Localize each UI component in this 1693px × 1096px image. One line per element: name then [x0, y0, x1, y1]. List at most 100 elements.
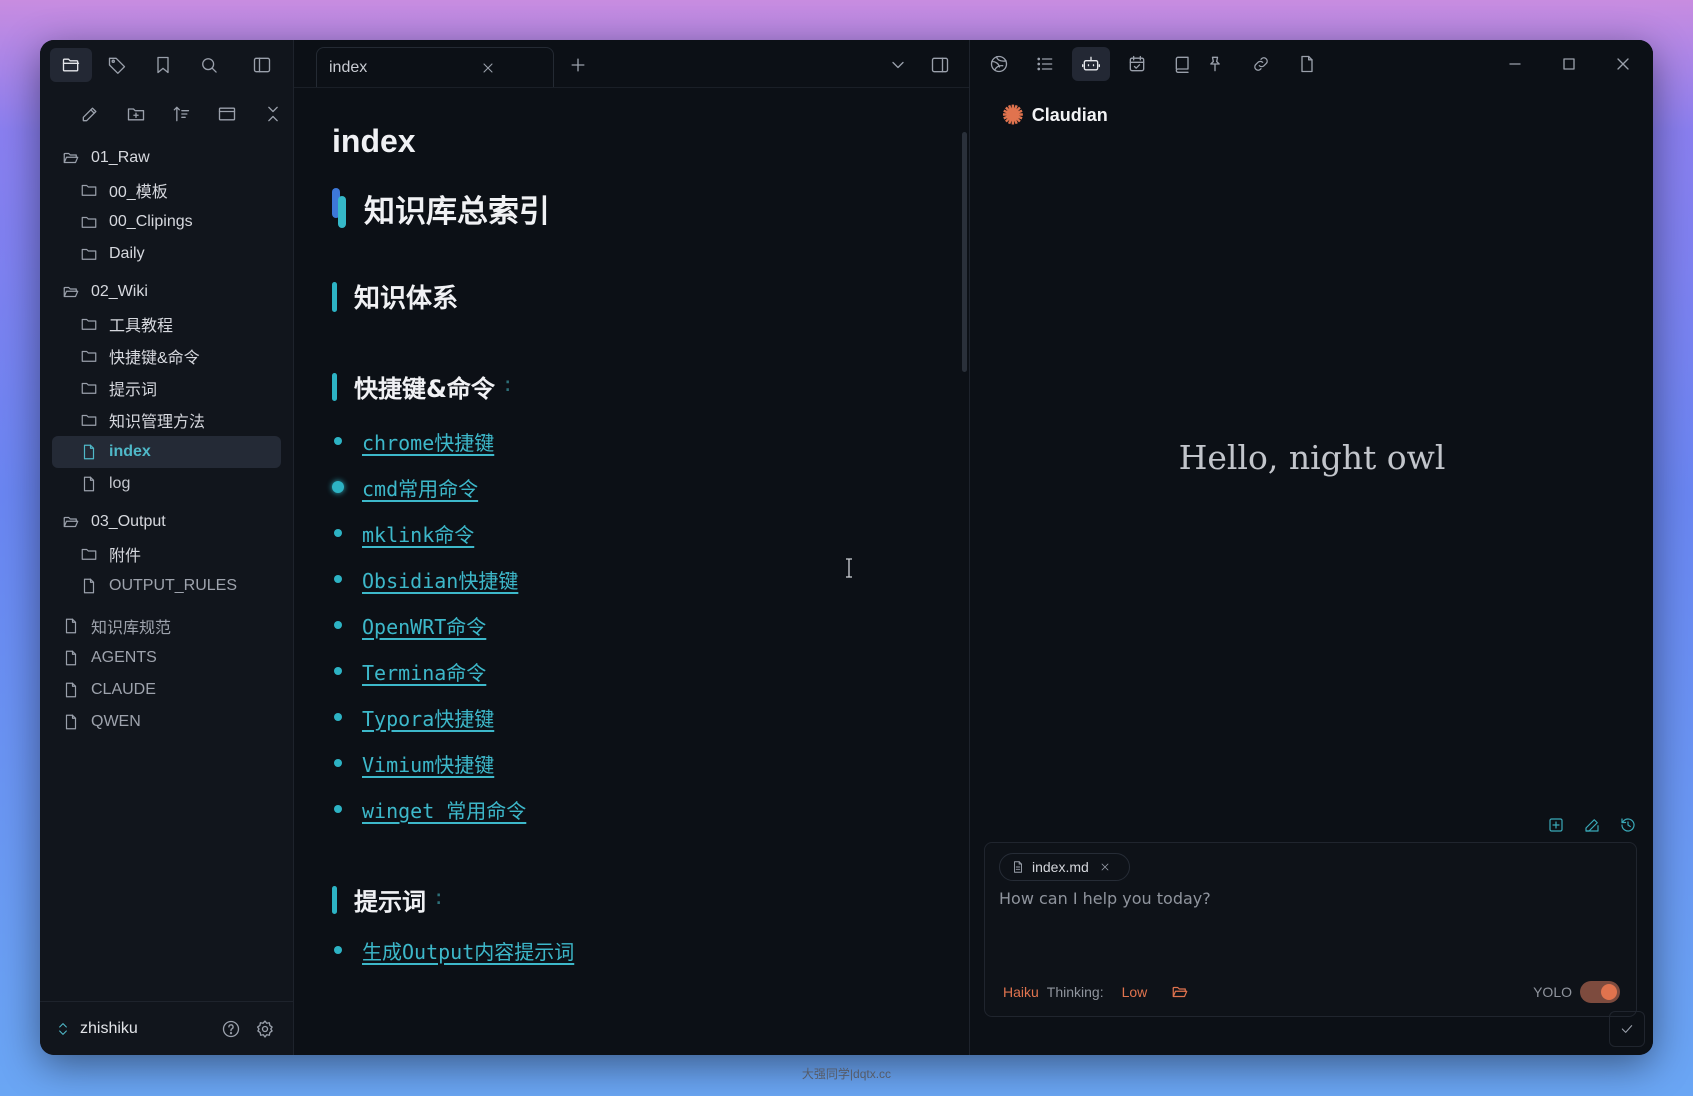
list-item: cmd常用命令 — [332, 464, 912, 510]
yolo-label: YOLO — [1533, 984, 1572, 1000]
close-icon[interactable] — [1603, 48, 1643, 80]
bullet — [334, 575, 342, 583]
file-kb-guidelines[interactable]: 知识库规范 — [52, 610, 281, 642]
history-icon[interactable] — [1615, 812, 1641, 838]
minimize-icon[interactable] — [1495, 48, 1535, 80]
model-selector[interactable]: Haiku — [1003, 984, 1039, 1000]
context-file-chip[interactable]: index.md — [999, 853, 1130, 881]
folder-tool-tutorials[interactable]: 工具教程 — [52, 308, 281, 340]
file-claude[interactable]: CLAUDE — [52, 674, 281, 706]
chevron-down-icon[interactable] — [881, 48, 915, 82]
file-icon — [60, 711, 82, 733]
bullet — [334, 529, 342, 537]
link-list-prompts: 生成Output内容提示词 — [332, 927, 912, 973]
outline-icon[interactable] — [1026, 47, 1064, 81]
prompt-input[interactable] — [999, 889, 1619, 949]
check-icon[interactable] — [1609, 1011, 1645, 1047]
calendar-icon[interactable] — [1118, 47, 1156, 81]
list-item: Typora快捷键 — [332, 694, 912, 740]
heading-3-shortcuts: 快捷键&命令 ⁚ — [332, 369, 912, 404]
plus-icon[interactable] — [560, 47, 596, 83]
wiki-link[interactable]: 生成Output内容提示词 — [362, 936, 574, 965]
explorer-actions — [40, 90, 293, 138]
wiki-link[interactable]: cmd常用命令 — [362, 473, 478, 502]
search-icon[interactable] — [188, 48, 230, 82]
file-index[interactable]: index — [52, 436, 281, 468]
file-log[interactable]: log — [52, 468, 281, 500]
tab-index[interactable]: index — [316, 47, 554, 87]
vault-name[interactable]: zhishiku — [80, 1020, 214, 1038]
help-icon[interactable] — [214, 1012, 248, 1046]
folder-attachments[interactable]: 附件 — [52, 538, 281, 570]
folder-prompts[interactable]: 提示词 — [52, 372, 281, 404]
inline-title[interactable]: index — [332, 110, 912, 172]
tag-icon[interactable] — [96, 48, 138, 82]
folder-00-clipings[interactable]: 00_Clipings — [52, 206, 281, 238]
heading-bar — [332, 372, 337, 401]
new-note-icon[interactable] — [70, 99, 111, 129]
collapse-view-icon[interactable] — [207, 99, 248, 129]
bot-icon[interactable] — [1072, 47, 1110, 81]
folder-daily[interactable]: Daily — [52, 238, 281, 270]
file-qwen[interactable]: QWEN — [52, 706, 281, 738]
folder-open-icon — [60, 281, 82, 303]
right-sidebar-toggle-icon[interactable] — [923, 48, 957, 82]
gear-icon[interactable] — [248, 1012, 282, 1046]
folder-icon[interactable] — [50, 48, 92, 82]
folder-knowledge-methods[interactable]: 知识管理方法 — [52, 404, 281, 436]
file-label: OUTPUT_RULES — [109, 577, 238, 594]
thinking-level-selector[interactable]: Low — [1122, 984, 1148, 1000]
folder-00-template[interactable]: 00_模板 — [52, 174, 281, 206]
folder-01-raw[interactable]: 01_Raw — [52, 142, 281, 174]
chat-composer: index.md Haiku Thinking: Low YOLO — [984, 842, 1637, 1017]
scrollbar[interactable] — [962, 132, 967, 372]
sidebar-toggle-icon[interactable] — [241, 48, 283, 82]
folder-02-wiki[interactable]: 02_Wiki — [52, 276, 281, 308]
maximize-icon[interactable] — [1549, 48, 1589, 80]
close-icon[interactable] — [1097, 859, 1113, 875]
close-icon[interactable] — [435, 57, 541, 79]
graph-icon[interactable] — [980, 47, 1018, 81]
folder-label: 00_Clipings — [109, 213, 193, 230]
folder-shortcuts-commands[interactable]: 快捷键&命令 — [52, 340, 281, 372]
file-output-rules[interactable]: OUTPUT_RULES — [52, 570, 281, 602]
heading-2-text: 知识体系 — [354, 284, 459, 314]
wiki-link[interactable]: Typora快捷键 — [362, 703, 494, 732]
heading-1-text: 知识库总索引 — [364, 193, 550, 230]
claudian-header: ✺ Claudian — [1002, 102, 1108, 128]
chip-label: index.md — [1032, 859, 1089, 875]
new-chat-icon[interactable] — [1543, 812, 1569, 838]
chevron-updown-icon[interactable] — [52, 1012, 74, 1046]
folder-label: 00_模板 — [109, 184, 168, 201]
pin-icon[interactable] — [1196, 47, 1234, 81]
heading-3-prompts: 提示词 ⁚ — [332, 882, 912, 917]
folder-icon — [78, 243, 100, 265]
drag-handle-icon[interactable]: ⁚ — [436, 892, 442, 908]
wiki-link[interactable]: OpenWRT命令 — [362, 611, 486, 640]
folder-label: Daily — [109, 245, 145, 262]
wiki-link[interactable]: Termina命令 — [362, 657, 486, 686]
file-icon[interactable] — [1288, 47, 1326, 81]
edit-icon[interactable] — [1579, 812, 1605, 838]
sort-icon[interactable] — [161, 99, 202, 129]
drag-handle-icon[interactable]: ⁚ — [505, 379, 511, 395]
folder-icon — [78, 345, 100, 367]
new-folder-icon[interactable] — [116, 99, 157, 129]
folder-03-output[interactable]: 03_Output — [52, 506, 281, 538]
window-controls — [1495, 48, 1643, 80]
wiki-link[interactable]: Obsidian快捷键 — [362, 565, 518, 594]
wiki-link[interactable]: Vimium快捷键 — [362, 749, 494, 778]
collapse-all-icon[interactable] — [252, 99, 293, 129]
list-item: 生成Output内容提示词 — [332, 927, 912, 973]
bookmark-icon[interactable] — [142, 48, 184, 82]
folder-icon[interactable] — [1169, 981, 1191, 1003]
wiki-link[interactable]: chrome快捷键 — [362, 427, 494, 456]
file-agents[interactable]: AGENTS — [52, 642, 281, 674]
wiki-link[interactable]: winget 常用命令 — [362, 795, 526, 824]
link-icon[interactable] — [1242, 47, 1280, 81]
yolo-toggle[interactable] — [1580, 981, 1620, 1003]
note-content[interactable]: index 知识库总索引 知识体系 快捷键&命令 ⁚ chrome快捷键 cmd… — [332, 110, 912, 973]
wiki-link[interactable]: mklink命令 — [362, 519, 474, 548]
folder-label: 知识管理方法 — [109, 414, 206, 431]
file-label: 知识库规范 — [91, 620, 172, 637]
